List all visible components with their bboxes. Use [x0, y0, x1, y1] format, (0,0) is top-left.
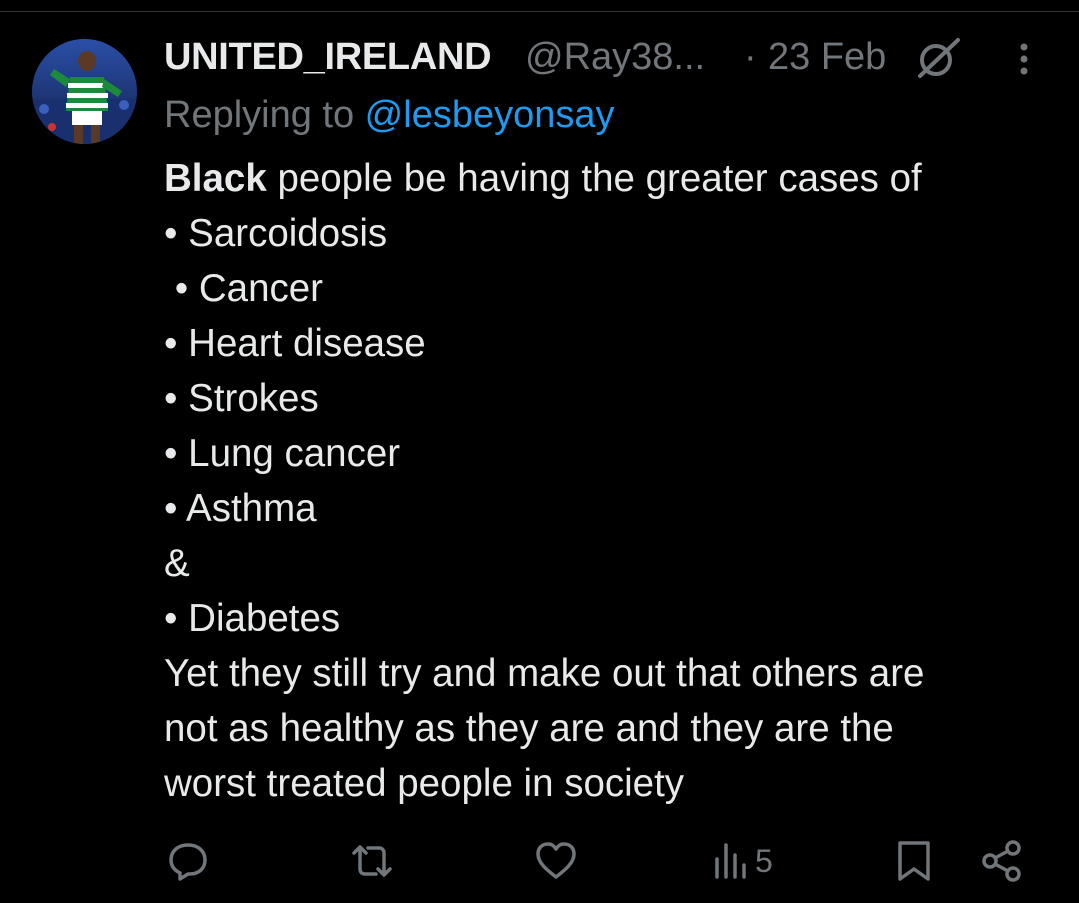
closing-line: Yet they still try and make out that oth… [164, 652, 925, 695]
list-item: • Diabetes [164, 597, 341, 640]
avatar-photo [32, 39, 137, 144]
list-item: • Cancer [164, 267, 323, 310]
list-item: • Lung cancer [164, 432, 401, 475]
tweet-header: UNITED_IRELAND @Ray38... · 23 Feb [164, 34, 1044, 80]
list-item: • Heart disease [164, 322, 426, 365]
list-item: • Sarcoidosis [164, 212, 388, 255]
tweet-body: Black people be having the greater cases… [164, 151, 1064, 811]
list-item: & [164, 542, 190, 585]
share-button[interactable] [980, 833, 1024, 889]
reply-button[interactable] [166, 833, 210, 889]
like-icon [536, 842, 576, 879]
views-button[interactable]: 5 [713, 833, 773, 889]
list-item: • Asthma [164, 487, 317, 530]
more-icon[interactable] [1009, 39, 1039, 79]
views-count: 5 [755, 842, 773, 879]
bookmark-icon [898, 841, 930, 881]
views-icon [715, 843, 746, 879]
display-name[interactable]: UNITED_IRELAND [164, 34, 492, 80]
closing-line: not as healthy as they are and they are … [164, 707, 894, 750]
like-button[interactable] [533, 833, 579, 889]
grok-icon[interactable] [914, 36, 962, 80]
intro-bold-word: Black [164, 157, 267, 200]
separator-dot: · [744, 36, 757, 78]
reply-icon [169, 843, 207, 881]
reply-mention-link[interactable]: @lesbeyonsay [365, 94, 615, 136]
retweet-icon [352, 845, 392, 877]
top-divider [0, 11, 1079, 12]
avatar[interactable] [32, 39, 137, 144]
replying-to: Replying to @lesbeyonsay [164, 92, 615, 138]
bookmark-button[interactable] [894, 833, 934, 889]
tweet-date[interactable]: 23 Feb [768, 34, 886, 80]
closing-line: worst treated people in society [164, 762, 685, 805]
retweet-button[interactable] [348, 833, 396, 889]
list-item: • Strokes [164, 377, 319, 420]
action-bar: 5 [0, 833, 1079, 889]
tweet-intro-line: Black people be having the greater cases… [164, 151, 1064, 206]
replying-prefix: Replying to [164, 94, 365, 136]
user-handle[interactable]: @Ray38... [525, 34, 705, 80]
share-icon [982, 840, 1021, 882]
intro-text: people be having the greater cases of [266, 157, 922, 200]
